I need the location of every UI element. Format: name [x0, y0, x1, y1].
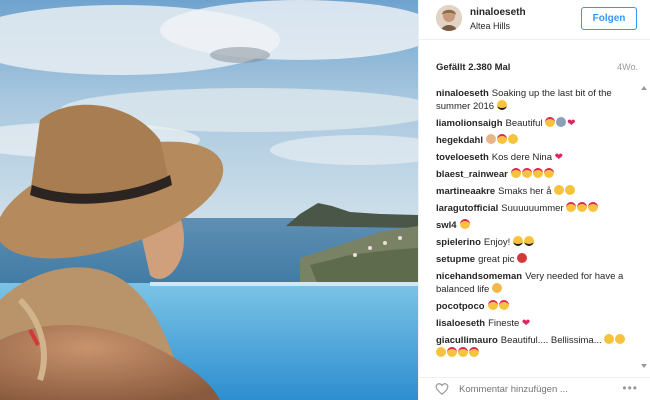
heart-eyes-emoji-icon — [566, 202, 577, 212]
heart-eyes-emoji-icon — [469, 347, 479, 357]
comment-username[interactable]: swl4 — [436, 220, 457, 231]
comment-text: Fineste — [488, 318, 522, 329]
comment-item: lisaloeseth Fineste ❤ — [436, 317, 636, 330]
instagram-post-view: ninaloeseth Altea Hills Folgen Gefällt 2… — [0, 0, 650, 400]
yum-emoji-icon — [615, 334, 626, 344]
thumbs-up-emoji-icon — [491, 283, 502, 293]
comment-item: setupme great pic — [436, 253, 636, 266]
comment-item: blaest_rainwear — [436, 168, 636, 181]
more-options-icon[interactable]: ••• — [622, 382, 638, 394]
comment-item: pocotpoco — [436, 300, 636, 313]
comment-item: nicehandsomeman Very needed for have a ba… — [436, 270, 636, 296]
heart-eyes-emoji-icon — [458, 347, 468, 357]
yum-emoji-icon — [604, 334, 615, 344]
comment-text: Enjoy! — [483, 237, 513, 248]
comment-username[interactable]: martineaakre — [436, 186, 495, 197]
post-username[interactable]: ninaloeseth — [470, 7, 526, 18]
heart-eyes-emoji-icon — [545, 117, 556, 127]
yum-emoji-icon — [436, 347, 446, 357]
yum-emoji-icon — [554, 185, 565, 195]
scroll-down-arrow-icon[interactable] — [641, 364, 647, 368]
heart-eyes-emoji-icon — [498, 300, 509, 310]
comment-username[interactable]: giacullimauro — [436, 335, 498, 346]
comment-username[interactable]: ninaloeseth — [436, 88, 489, 99]
comment-username[interactable]: nicehandsomeman — [436, 271, 522, 282]
follow-button[interactable]: Folgen — [581, 7, 637, 30]
likes-row: Gefällt 2.380 Mal 4Wo. — [436, 62, 638, 76]
comment-username[interactable]: laragutofficial — [436, 203, 498, 214]
comment-item: hegekdahl — [436, 134, 636, 147]
comment-username[interactable]: hegekdahl — [436, 135, 483, 146]
comment-item: swl4 — [436, 219, 636, 232]
comment-username[interactable]: setupme — [436, 254, 475, 265]
comment-text: Kos dere Nina — [491, 152, 555, 163]
heart-eyes-emoji-icon — [487, 300, 498, 310]
heart-outline-icon[interactable] — [435, 382, 449, 396]
comment-username[interactable]: liamolionsaigh — [436, 118, 503, 129]
comment-text: Smaks her å — [498, 186, 555, 197]
comments-list: ninaloeseth Soaking up the last bit of th… — [436, 87, 636, 369]
comment-username[interactable]: pocotpoco — [436, 301, 485, 312]
comment-username[interactable]: toveloeseth — [436, 152, 489, 163]
sunglasses-emoji-icon — [496, 100, 507, 110]
sunglasses-emoji-icon — [512, 236, 523, 246]
comment-item: spielerino Enjoy! — [436, 236, 636, 249]
yum-emoji-icon — [565, 185, 576, 195]
heart-emoji-icon: ❤ — [554, 152, 564, 163]
comment-username[interactable]: lisaloeseth — [436, 318, 485, 329]
heart-eyes-emoji-icon — [447, 347, 457, 357]
comment-username[interactable]: spielerino — [436, 237, 481, 248]
comment-username[interactable]: blaest_rainwear — [436, 169, 508, 180]
scroll-up-arrow-icon[interactable] — [641, 86, 647, 90]
photo-image — [0, 0, 418, 400]
heart-eyes-emoji-icon — [588, 202, 599, 212]
heart-emoji-icon: ❤ — [521, 318, 531, 329]
heart-eyes-emoji-icon — [532, 168, 543, 178]
post-age[interactable]: 4Wo. — [617, 62, 638, 72]
comment-input[interactable] — [459, 382, 609, 397]
post-header: ninaloeseth Altea Hills Folgen — [419, 0, 650, 40]
heart-eyes-emoji-icon — [497, 134, 507, 144]
sunglasses-emoji-icon — [523, 236, 534, 246]
heart-emoji-icon: ❤ — [567, 118, 576, 129]
praying-hands-emoji-icon — [556, 117, 567, 127]
comment-footer: ••• — [419, 377, 650, 400]
comment-text: great pic — [478, 254, 518, 265]
post-location[interactable]: Altea Hills — [470, 21, 510, 31]
avatar[interactable] — [436, 5, 462, 31]
heart-eyes-emoji-icon — [521, 168, 532, 178]
comment-item: ninaloeseth Soaking up the last bit of th… — [436, 87, 636, 113]
comment-text: Beautiful.... Bellissima... — [500, 335, 605, 346]
heart-eyes-emoji-icon — [510, 168, 521, 178]
comments-scrollbar[interactable] — [641, 86, 647, 368]
comment-item: laragutofficial Suuuuuummer — [436, 202, 636, 215]
heart-eyes-emoji-icon — [577, 202, 588, 212]
post-side-panel: ninaloeseth Altea Hills Folgen Gefällt 2… — [418, 0, 650, 400]
lips-emoji-icon — [517, 253, 528, 263]
comment-item: liamolionsaigh Beautiful ❤ — [436, 117, 636, 130]
avatar-image — [436, 5, 462, 31]
comment-text: Suuuuuummer — [501, 203, 567, 214]
comment-item: martineaakre Smaks her å — [436, 185, 636, 198]
likes-count[interactable]: Gefällt 2.380 Mal — [436, 62, 510, 73]
ok-hand-emoji-icon — [486, 134, 496, 144]
comment-item: toveloeseth Kos dere Nina ❤ — [436, 151, 636, 164]
heart-eyes-emoji-icon — [543, 168, 554, 178]
heart-eyes-emoji-icon — [459, 219, 470, 229]
comment-text: Beautiful — [505, 118, 546, 129]
comment-item: giacullimauro Beautiful.... Bellissima... — [436, 334, 636, 360]
smile-emoji-icon — [508, 134, 518, 144]
post-photo[interactable] — [0, 0, 418, 400]
